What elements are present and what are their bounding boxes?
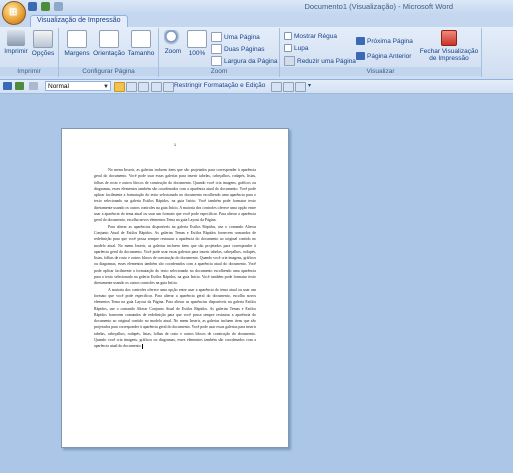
page-width-button[interactable]: Largura da Página: [211, 56, 278, 66]
page-number: 1: [173, 142, 177, 147]
group-label-zoom: Zoom: [159, 67, 279, 76]
save-icon[interactable]: [3, 82, 12, 90]
page-width-label: Largura da Página: [224, 57, 278, 65]
group-label-preview: Visualizar: [280, 67, 481, 76]
group-print: Imprimir Opções Imprimir: [0, 28, 59, 77]
redo-icon[interactable]: [29, 82, 38, 90]
spelling-icon[interactable]: [151, 82, 162, 92]
one-page-button[interactable]: Uma Página: [211, 32, 260, 42]
paragraph-icon[interactable]: [283, 82, 294, 92]
show-ruler-checkbox[interactable]: Mostrar Régua: [284, 32, 337, 40]
checkbox-icon: [284, 32, 292, 40]
prev-page-icon: [356, 52, 365, 60]
print-button-label: Imprimir: [4, 48, 28, 55]
next-page-button[interactable]: Próxima Página: [356, 37, 413, 45]
zoom-100-icon: [187, 30, 207, 48]
chevron-down-icon: ▼: [103, 84, 109, 90]
text-cursor: [141, 343, 143, 349]
magnifier-icon: [164, 30, 182, 46]
close-preview-button[interactable]: Fechar Visualização de Impressão: [418, 30, 480, 62]
two-pages-icon: [211, 44, 222, 54]
zoom-100-label: 100%: [188, 50, 206, 57]
print-button[interactable]: Imprimir: [3, 30, 29, 55]
ribbon: Imprimir Opções Imprimir Margens Orienta…: [0, 27, 513, 80]
group-label-print: Imprimir: [0, 67, 58, 76]
paragraph-3: A maioria dos controles oferece uma opçã…: [94, 287, 256, 350]
shrink-icon: [284, 56, 295, 66]
paragraph-2: Para alterar as aparências disponíveis n…: [94, 224, 256, 286]
customize-icon[interactable]: ▾: [308, 82, 314, 90]
office-button[interactable]: ⊞: [2, 1, 26, 25]
office-logo-icon: ⊞: [9, 7, 18, 18]
group-page-setup: Margens Orientação Tamanho Configurar Pá…: [59, 28, 159, 77]
page-width-icon: [211, 56, 222, 66]
line-spacing-icon[interactable]: [295, 82, 306, 92]
group-zoom: Zoom 100% Uma Página Duas Páginas Largur…: [159, 28, 280, 77]
one-page-label: Uma Página: [224, 33, 260, 41]
formatting-toolbar: Normal ▼ Restringir Formatação e Edição …: [0, 80, 513, 94]
document-page[interactable]: 1 No menu Inserir, as galerias incluem i…: [61, 128, 289, 448]
group-label-page-setup: Configurar Página: [59, 67, 158, 76]
document-body[interactable]: No menu Inserir, as galerias incluem ite…: [94, 167, 256, 350]
show-ruler-label: Mostrar Régua: [294, 32, 337, 40]
print-preview-icon[interactable]: [138, 82, 149, 92]
size-icon: [131, 30, 151, 48]
zoom-button-label: Zoom: [164, 48, 182, 55]
magnifier-label: Lupa: [294, 44, 309, 52]
two-pages-label: Duas Páginas: [224, 45, 265, 53]
restrict-icon[interactable]: [163, 82, 174, 92]
window-title: Documento1 (Visualização) - Microsoft Wo…: [304, 2, 453, 11]
layout-icon[interactable]: [271, 82, 282, 92]
close-preview-label: Fechar Visualização de Impressão: [419, 48, 479, 62]
orientation-icon: [99, 30, 119, 48]
options-button[interactable]: Opções: [31, 30, 55, 57]
close-icon: [441, 30, 457, 46]
prev-page-button[interactable]: Página Anterior: [356, 52, 411, 60]
options-button-label: Opções: [31, 50, 55, 57]
magnifier-checkbox[interactable]: Lupa: [284, 44, 308, 52]
orientation-button-label: Orientação: [93, 50, 125, 57]
zoom-button[interactable]: Zoom: [162, 30, 184, 55]
size-button[interactable]: Tamanho: [127, 30, 155, 57]
margins-button[interactable]: Margens: [63, 30, 91, 57]
group-preview: Mostrar Régua Lupa Reduzir uma Página Pr…: [280, 28, 482, 77]
one-page-icon: [211, 32, 222, 42]
margins-icon: [67, 30, 87, 48]
shrink-one-page-label: Reduzir uma Página: [297, 57, 356, 65]
format-painter-icon[interactable]: [126, 82, 137, 92]
prev-page-label: Página Anterior: [367, 52, 412, 60]
paragraph-1: No menu Inserir, as galerias incluem ite…: [94, 168, 256, 223]
paragraph-3-text: A maioria dos controles oferece uma opçã…: [94, 287, 256, 349]
undo-icon[interactable]: [15, 82, 24, 90]
size-button-label: Tamanho: [127, 50, 155, 57]
zoom-100-button[interactable]: 100%: [186, 30, 208, 57]
options-icon: [33, 30, 53, 48]
restrict-formatting-button[interactable]: Restringir Formatação e Edição: [174, 82, 265, 89]
checkbox-icon: [284, 44, 292, 52]
shrink-one-page-button[interactable]: Reduzir uma Página: [284, 56, 356, 66]
printer-icon: [7, 30, 25, 46]
style-select-value: Normal: [48, 83, 69, 90]
next-page-label: Próxima Página: [367, 37, 413, 45]
orientation-button[interactable]: Orientação: [93, 30, 125, 57]
styles-icon[interactable]: [114, 82, 125, 92]
title-bar: Documento1 (Visualização) - Microsoft Wo…: [0, 0, 513, 14]
next-page-icon: [356, 37, 365, 45]
margins-button-label: Margens: [64, 50, 90, 57]
two-pages-button[interactable]: Duas Páginas: [211, 44, 264, 54]
tab-bar: Visualização de Impressão: [0, 14, 513, 29]
style-select[interactable]: Normal ▼: [45, 81, 111, 91]
